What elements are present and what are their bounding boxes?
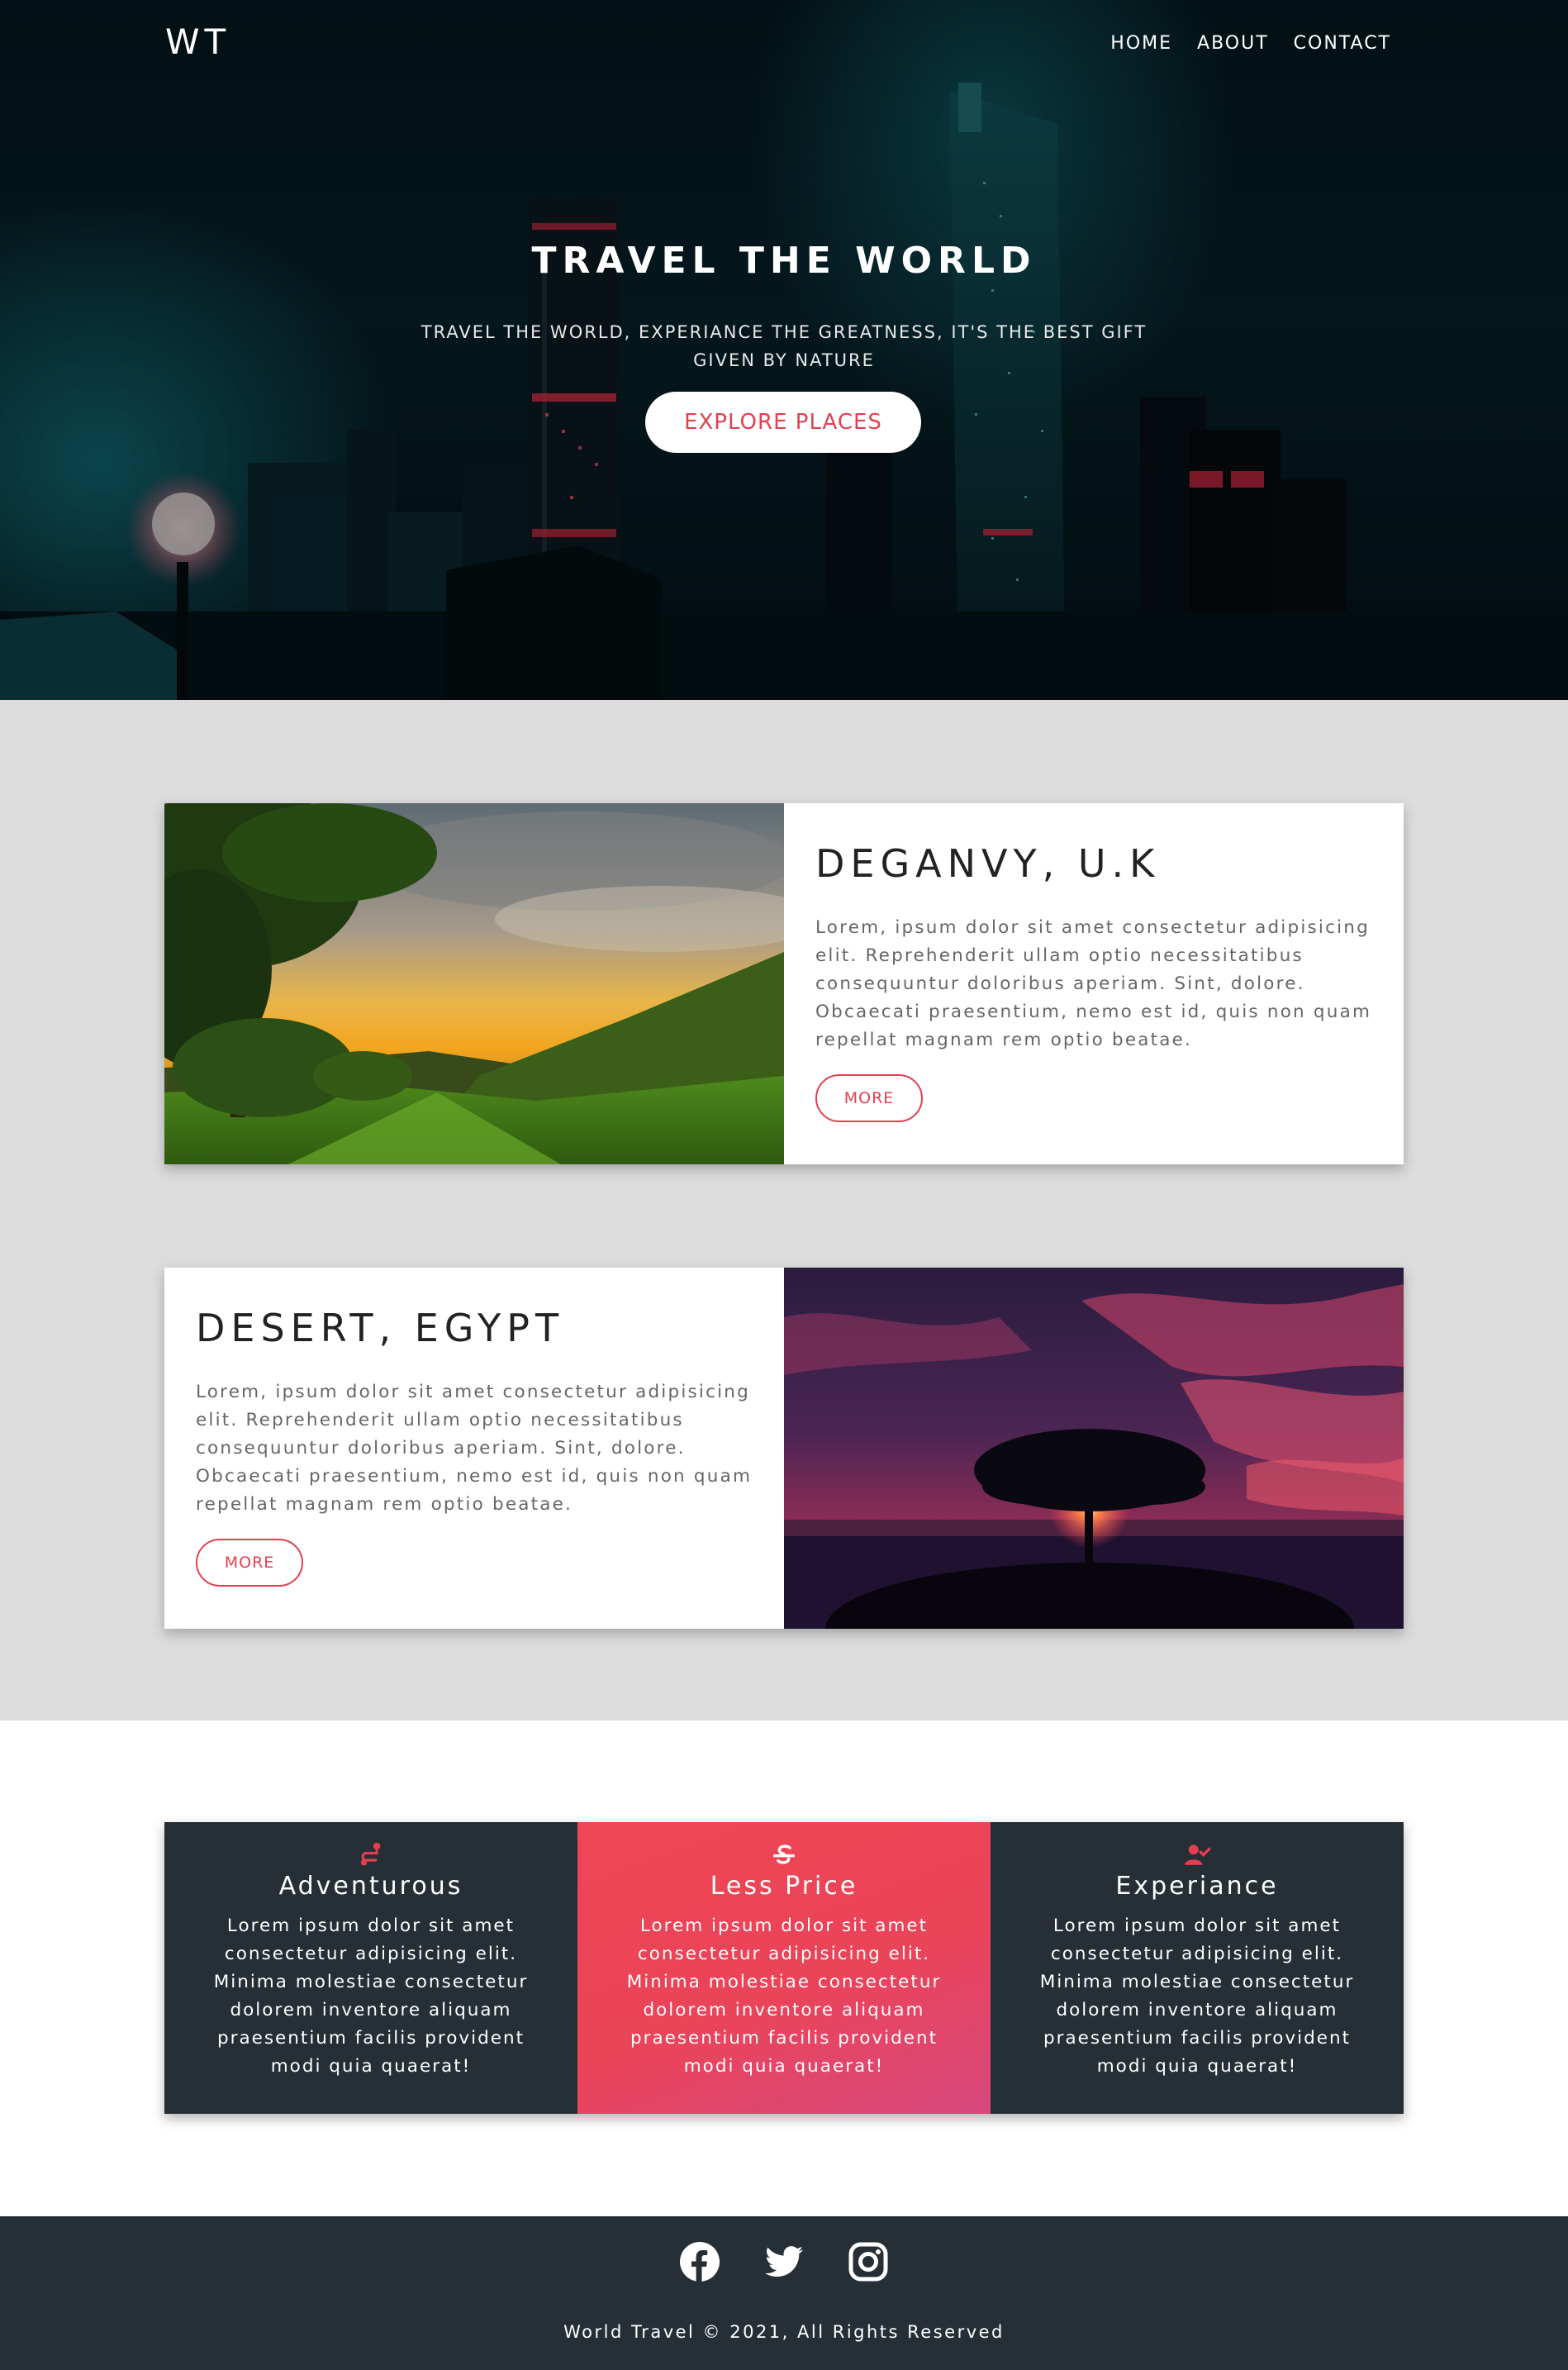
- user-check-icon: [1185, 1844, 1211, 1865]
- destination-card: DESERT, EGYPT Lorem, ipsum dolor sit ame…: [164, 1268, 1404, 1629]
- nav-link-home[interactable]: HOME: [1110, 33, 1172, 54]
- destinations-section: DEGANVY, U.K Lorem, ipsum dolor sit amet…: [0, 700, 1568, 1720]
- route-icon: [360, 1842, 381, 1866]
- copyright-text: World Travel © 2021, All Rights Reserved: [563, 2322, 1005, 2342]
- destination-title: DESERT, EGYPT: [196, 1306, 565, 1350]
- strikethrough-s-icon: [773, 1844, 795, 1864]
- top-navigation: WT HOME ABOUT CONTACT: [0, 0, 1568, 91]
- more-button[interactable]: MORE: [815, 1074, 923, 1122]
- hero-content: TRAVEL THE WORLD TRAVEL THE WORLD, EXPER…: [0, 240, 1568, 374]
- deganvy-landscape-image: [164, 803, 784, 1164]
- destination-description: Lorem, ipsum dolor sit amet consectetur …: [815, 917, 1372, 1050]
- hero-subtitle: TRAVEL THE WORLD, EXPERIANCE THE GREATNE…: [421, 322, 1147, 370]
- twitter-icon[interactable]: [763, 2241, 805, 2282]
- hero-section: WT HOME ABOUT CONTACT TRAVEL THE WORLD T…: [0, 0, 1568, 700]
- feature-title: Experiance: [1115, 1872, 1279, 1901]
- feature-card-adventurous: Adventurous Lorem ipsum dolor sit amet c…: [164, 1822, 577, 2114]
- feature-description: Lorem ipsum dolor sit amet consectetur a…: [1039, 1916, 1355, 2077]
- feature-card-less-price: Less Price Lorem ipsum dolor sit amet co…: [577, 1822, 991, 2114]
- nav-link-contact[interactable]: CONTACT: [1294, 33, 1391, 54]
- feature-description: Lorem ipsum dolor sit amet consectetur a…: [626, 1916, 942, 2077]
- feature-description: Lorem ipsum dolor sit amet consectetur a…: [213, 1916, 529, 2077]
- site-footer: World Travel © 2021, All Rights Reserved: [0, 2216, 1568, 2370]
- facebook-icon[interactable]: [679, 2241, 720, 2282]
- explore-places-button[interactable]: EXPLORE PLACES: [645, 392, 921, 453]
- hero-title: TRAVEL THE WORLD: [531, 240, 1037, 282]
- feature-card-experiance: Experiance Lorem ipsum dolor sit amet co…: [991, 1822, 1404, 2114]
- destination-card-body: DESERT, EGYPT Lorem, ipsum dolor sit ame…: [164, 1268, 784, 1629]
- nav-menu: HOME ABOUT CONTACT: [1110, 33, 1391, 54]
- destination-title: DEGANVY, U.K: [815, 841, 1161, 886]
- more-button[interactable]: MORE: [196, 1539, 303, 1587]
- site-logo[interactable]: WT: [165, 21, 230, 62]
- destination-card: DEGANVY, U.K Lorem, ipsum dolor sit amet…: [164, 803, 1404, 1164]
- features-row: Adventurous Lorem ipsum dolor sit amet c…: [164, 1822, 1404, 2114]
- features-section: Adventurous Lorem ipsum dolor sit amet c…: [0, 1720, 1568, 2216]
- destination-card-body: DEGANVY, U.K Lorem, ipsum dolor sit amet…: [784, 803, 1404, 1164]
- instagram-icon[interactable]: [848, 2241, 889, 2282]
- nav-link-about[interactable]: ABOUT: [1197, 33, 1269, 54]
- feature-title: Adventurous: [278, 1872, 463, 1901]
- destination-description: Lorem, ipsum dolor sit amet consectetur …: [196, 1382, 753, 1515]
- feature-title: Less Price: [710, 1872, 858, 1901]
- social-links: [0, 2241, 1568, 2282]
- desert-tree-sunset-image: [784, 1268, 1404, 1629]
